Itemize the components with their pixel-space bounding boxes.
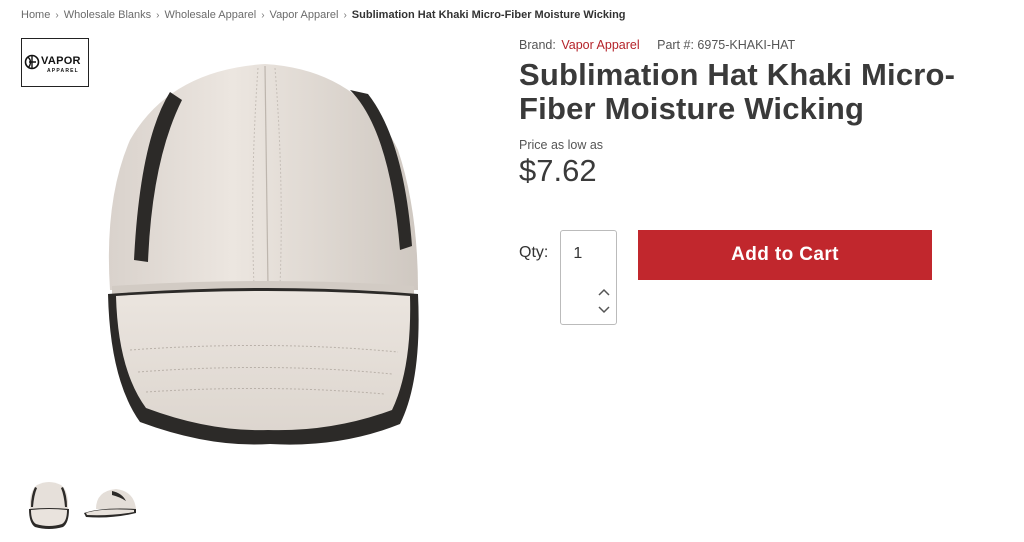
breadcrumb-wholesale-blanks-link[interactable]: Wholesale Blanks [64, 9, 151, 21]
product-info: Brand: Vapor Apparel Part #: 6975-KHAKI-… [519, 38, 999, 189]
product-price: $7.62 [519, 153, 597, 188]
breadcrumb-wholesale-apparel-link[interactable]: Wholesale Apparel [164, 9, 256, 21]
qty-label: Qty: [519, 244, 549, 261]
quantity-input[interactable] [573, 245, 604, 263]
brand-label: Brand: [519, 38, 556, 52]
stepper-controls [596, 283, 612, 319]
product-title: Sublimation Hat Khaki Micro-Fiber Moistu… [519, 57, 956, 126]
breadcrumb-separator: › [156, 9, 160, 21]
breadcrumb-separator: › [343, 9, 347, 21]
add-to-cart-button[interactable]: Add to Cart [638, 230, 932, 280]
breadcrumb-separator: › [55, 9, 59, 21]
breadcrumb-separator: › [261, 9, 265, 21]
price-label: Price as low as [519, 138, 604, 152]
part-label: Part #: [657, 38, 694, 52]
quantity-stepper [560, 230, 618, 325]
cap-front-thumbnail [29, 482, 69, 529]
chevron-down-icon[interactable] [596, 301, 612, 319]
logo-line1: VAPOR [41, 55, 81, 67]
cap-side-thumbnail [84, 489, 136, 518]
breadcrumb-home-link[interactable]: Home [21, 9, 50, 21]
brand-logo[interactable]: VAPOR APPAREL [21, 38, 89, 87]
cap-front-image [108, 64, 419, 445]
product-main-image[interactable] [100, 50, 430, 450]
brand-link[interactable]: Vapor Apparel [561, 38, 639, 52]
quantity-row: Qty: [519, 230, 618, 325]
thumbnail-side[interactable] [82, 478, 140, 532]
breadcrumb: Home › Wholesale Blanks › Wholesale Appa… [21, 9, 626, 21]
product-meta: Brand: Vapor Apparel Part #: 6975-KHAKI-… [519, 38, 999, 52]
logo-line2: APPAREL [47, 68, 79, 74]
vapor-apparel-logo: VAPOR APPAREL [24, 54, 81, 74]
part-number: 6975-KHAKI-HAT [697, 38, 796, 52]
thumbnail-front[interactable] [26, 478, 72, 532]
breadcrumb-current: Sublimation Hat Khaki Micro-Fiber Moistu… [351, 9, 626, 21]
breadcrumb-vapor-apparel-link[interactable]: Vapor Apparel [270, 9, 339, 21]
thumbnail-strip [26, 478, 140, 532]
chevron-up-icon[interactable] [596, 283, 612, 301]
